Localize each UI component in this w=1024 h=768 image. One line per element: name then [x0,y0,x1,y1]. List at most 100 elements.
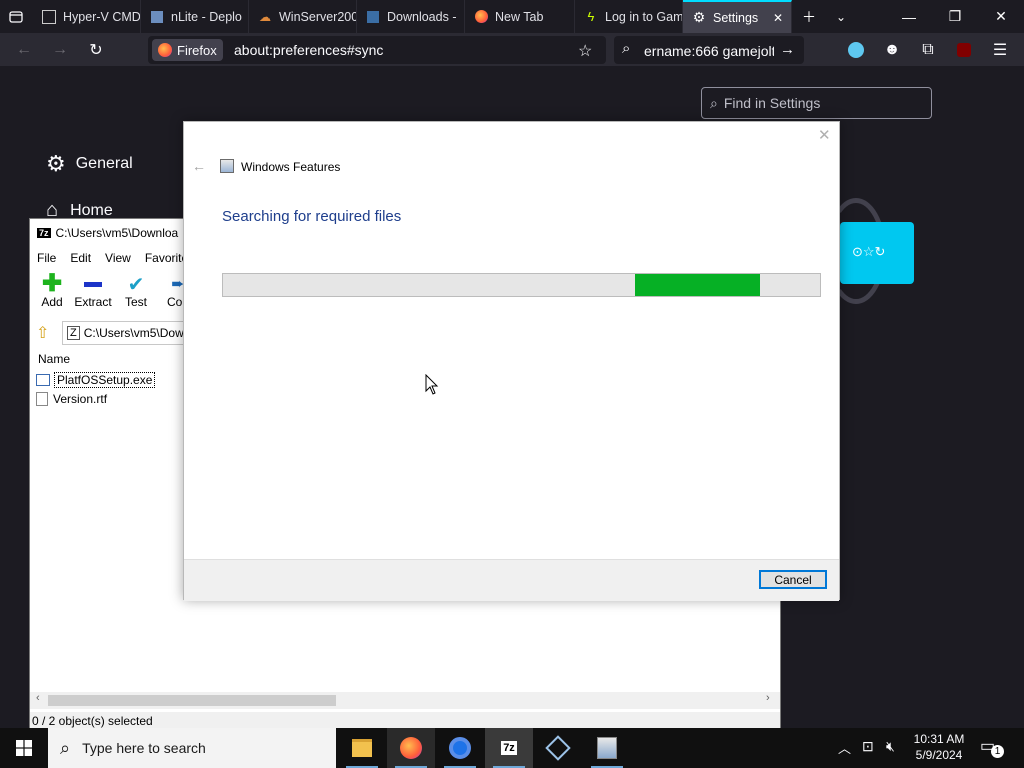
browser-tab[interactable]: Hyper-V CMD [33,0,141,33]
path-text: C:\Users\vm5\Dow [83,326,184,340]
nlite-icon [149,9,165,25]
minimize-button[interactable]: — [886,0,932,33]
search-icon: ⌕ [710,94,718,111]
search-icon: ⌕ [60,737,71,758]
menu-edit[interactable]: Edit [63,248,98,268]
account-icon[interactable]: ☻ [876,33,908,66]
gear-icon: ⚙ [692,9,706,25]
network-icon[interactable]: ⊡ [862,738,874,755]
settings-nav-general[interactable]: ⚙ General [46,151,133,177]
cancel-button[interactable]: Cancel [759,570,827,589]
restore-button[interactable]: ❐ [932,0,978,33]
tab-label: WinServer200 [279,9,356,24]
file-name: PlatfOSSetup.exe [54,372,156,388]
browser-tab[interactable]: ☁ WinServer200 [249,0,357,33]
windows-features-dialog: ✕ ← Windows Features Searching for requi… [183,121,840,601]
rtf-file-icon [36,392,48,406]
folder-path-icon: Z [67,326,80,340]
progress-fill [635,274,760,296]
back-button[interactable]: ← [8,33,40,66]
add-label: Add [41,295,63,309]
windows-logo-icon [16,740,32,756]
extensions-icon[interactable]: ⧉ [912,33,944,66]
windows-features-icon [220,159,234,173]
up-folder-icon[interactable]: ⇧ [36,323,49,343]
menu-icon[interactable]: ☰ [984,33,1016,66]
tab-overview-icon[interactable] [0,0,32,33]
browser-tab[interactable]: Downloads - [357,0,465,33]
find-in-settings-field[interactable]: ⌕ Find in Settings [701,87,932,119]
search-icon: ⌕ [622,40,631,57]
test-button[interactable]: ✔ Test [114,273,158,310]
scrollbar-thumb[interactable] [48,695,336,706]
notification-center-button[interactable]: ▭ 1 [980,736,1004,760]
file-explorer-taskbar-button[interactable] [338,728,386,768]
name-column-header[interactable]: Name [38,352,70,366]
file-name: Version.rtf [53,392,108,406]
mouse-cursor-icon [425,374,439,395]
scroll-right-icon[interactable]: › [766,692,770,704]
exe-file-icon [36,374,50,386]
tab-label: Downloads - [387,9,457,24]
extract-button[interactable]: Extract [71,273,115,309]
virtualbox-taskbar-button[interactable] [534,728,582,768]
windows-features-taskbar-button[interactable] [583,728,631,768]
taskbar: ⌕ Type here to search 7z ︿ ⊡ 🔇︎ 10:31 AM… [0,728,1024,768]
add-button[interactable]: ✚ Add [30,272,74,310]
firefox-icon [400,737,422,759]
close-window-button[interactable]: ✕ [978,0,1024,33]
tab-strip: Hyper-V CMD nLite - Deplo ☁ WinServer200 Dow… [0,0,1024,33]
notification-count: 1 [991,745,1004,758]
gear-icon: ⚙ [46,151,66,176]
downloads-site-icon [365,9,381,25]
sevenzip-icon: 7z [501,741,517,755]
reload-button[interactable]: ↻ [80,33,112,66]
tab-label: New Tab [495,9,544,24]
list-tabs-icon[interactable]: ⌄ [826,0,856,33]
file-row[interactable]: Version.rtf [36,390,107,408]
sevenzip-title: C:\Users\vm5\Downloa [55,226,179,240]
menu-file[interactable]: File [30,248,63,268]
status-text: 0 / 2 object(s) selected [32,714,153,728]
firefox-taskbar-button[interactable] [387,728,435,768]
progress-bar [222,273,821,297]
start-button[interactable] [0,728,48,768]
search-go-icon[interactable]: → [780,41,795,58]
forward-button[interactable]: → [44,33,76,66]
minus-icon [71,273,115,295]
volume-muted-icon[interactable]: 🔇︎ [886,738,895,755]
taskbar-search-placeholder: Type here to search [82,740,206,756]
test-label: Test [124,295,147,309]
ublock-icon[interactable] [948,33,980,66]
close-tab-icon[interactable]: ✕ [773,11,783,25]
identity-box[interactable]: Firefox [152,39,223,61]
dialog-footer: Cancel [184,559,839,601]
taskbar-search-box[interactable]: ⌕ Type here to search [48,728,336,768]
sevenzip-app-icon: 7z [37,228,51,238]
file-row[interactable]: PlatfOSSetup.exe [36,371,156,389]
new-tab-button[interactable]: ＋ [792,0,826,33]
chevron-up-icon[interactable]: ︿ [838,738,851,757]
clock[interactable]: 10:31 AM 5/9/2024 [906,731,972,765]
vpn-extension-icon[interactable] [840,33,872,66]
horizontal-scrollbar[interactable]: ‹ › [30,692,780,709]
bookmark-star-icon[interactable]: ☆ [578,41,592,61]
back-arrow-icon[interactable]: ← [192,158,206,174]
cloud-icon: ☁ [259,9,271,24]
menu-view[interactable]: View [98,248,138,268]
sevenzip-taskbar-button[interactable]: 7z [485,728,533,768]
browser-tab[interactable]: ⚙ Settings ✕ [683,0,792,33]
sync-icons: ⊙☆↻ [852,244,886,259]
settings-nav-label: General [75,155,133,172]
browser-tab[interactable]: ϟ Log in to Gam [575,0,683,33]
browser-tab[interactable]: nLite - Deplo [141,0,249,33]
sync-illustration-card: ⊙☆↻ [840,222,914,284]
close-dialog-button[interactable]: ✕ [818,126,831,144]
folder-icon [352,739,372,757]
search-bar[interactable]: ⌕ ername:666 gamejolt → [614,36,804,64]
scroll-left-icon[interactable]: ‹ [36,692,40,704]
tab-label: Hyper-V CMD [63,9,140,24]
url-bar[interactable]: Firefox about:preferences#sync ☆ [148,36,606,64]
chrome-taskbar-button[interactable] [436,728,484,768]
browser-tab[interactable]: New Tab [465,0,575,33]
